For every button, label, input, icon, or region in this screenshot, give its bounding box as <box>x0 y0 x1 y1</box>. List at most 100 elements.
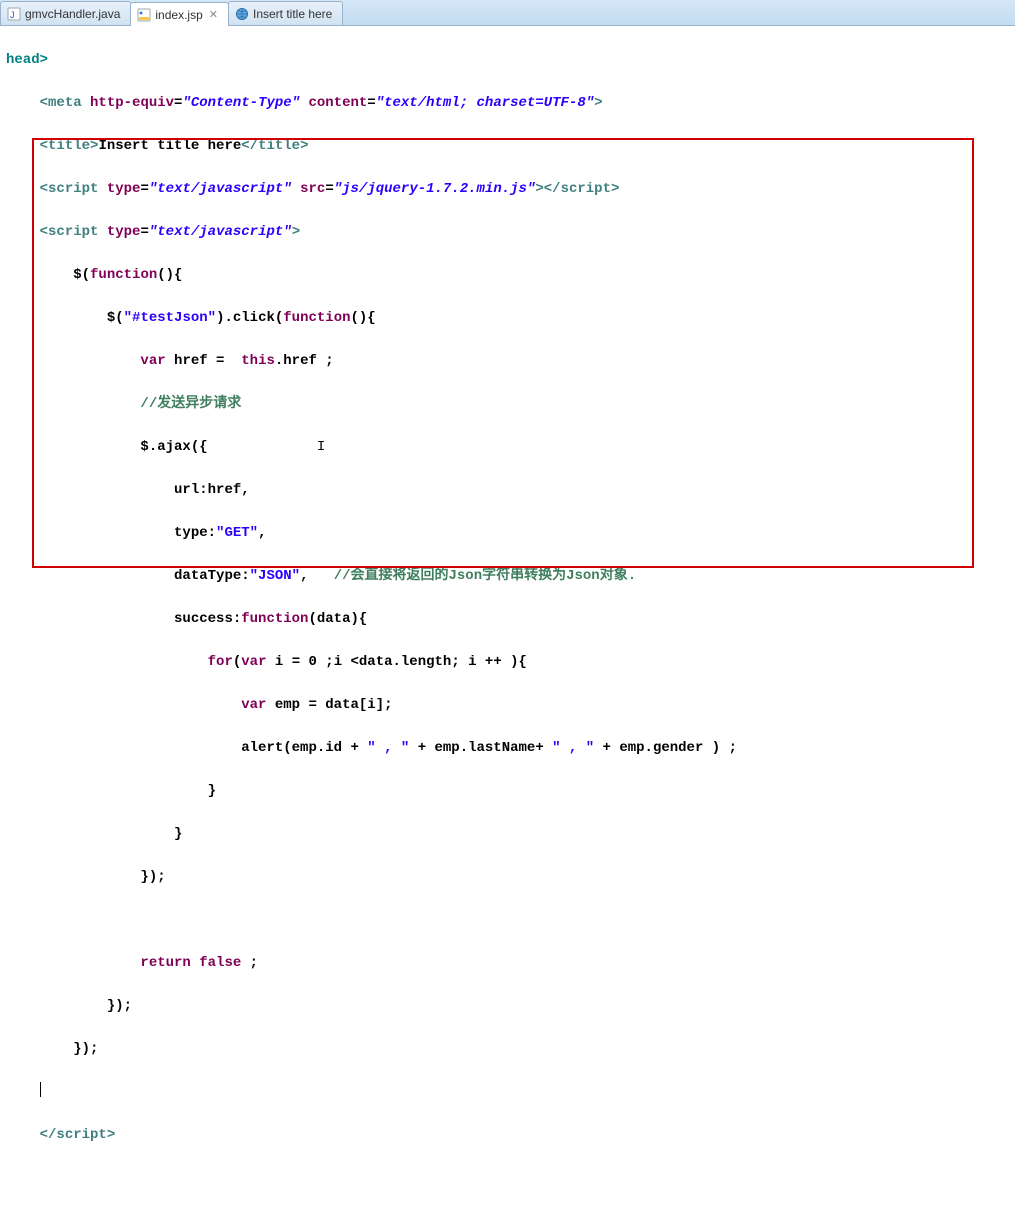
code-text: ( <box>233 654 241 670</box>
watermark-text: https://blog.csdn.net/weixin_44050355 <box>774 1205 995 1208</box>
code-text: var <box>241 654 266 670</box>
code-text: type <box>107 181 141 197</box>
code-text <box>82 95 90 111</box>
tab-java-file[interactable]: J gmvcHandler.java <box>0 1 131 25</box>
code-text: src <box>300 181 325 197</box>
code-text: function <box>90 267 157 283</box>
code-text <box>191 955 199 971</box>
code-text: > <box>40 52 48 68</box>
code-text: }); <box>140 869 165 885</box>
code-text: type: <box>174 525 216 541</box>
code-text: (){ <box>157 267 182 283</box>
tab-jsp-file[interactable]: index.jsp ✕ <box>130 2 229 26</box>
code-text: = <box>325 181 333 197</box>
tab-label: Insert title here <box>253 7 332 21</box>
code-text: (data){ <box>308 611 367 627</box>
text-cursor-icon: I <box>317 439 325 455</box>
code-text: function <box>283 310 350 326</box>
code-text: = <box>367 95 375 111</box>
code-text: script <box>561 181 611 197</box>
code-text: i = 0 ;i <data.length; i ++ ){ <box>266 654 526 670</box>
code-text: //发送异步请求 <box>140 396 241 412</box>
code-text: }); <box>73 1041 98 1057</box>
code-text: "JSON" <box>250 568 300 584</box>
code-text: < <box>40 181 48 197</box>
code-text: .href ; <box>275 353 334 369</box>
code-text: script <box>48 181 98 197</box>
code-text: script <box>56 1127 106 1143</box>
code-text: "Content-Type" <box>182 95 300 111</box>
code-text <box>292 181 300 197</box>
code-text: "text/javascript" <box>149 181 292 197</box>
code-text: function <box>241 611 308 627</box>
code-text: href = <box>166 353 242 369</box>
code-text: </ <box>544 181 561 197</box>
code-text: }); <box>107 998 132 1014</box>
code-text: type <box>107 224 141 240</box>
code-text: "text/html; charset=UTF-8" <box>376 95 594 111</box>
code-text: dataType: <box>174 568 250 584</box>
code-text: success: <box>174 611 241 627</box>
code-text: } <box>208 783 216 799</box>
code-text: "js/jquery-1.7.2.min.js" <box>334 181 536 197</box>
code-text: alert(emp.id + <box>241 740 367 756</box>
tab-label: gmvcHandler.java <box>25 7 120 21</box>
code-text <box>98 224 106 240</box>
close-icon[interactable]: ✕ <box>209 8 218 21</box>
code-text: //会直接将返回的Json字符串转换为Json对象. <box>334 568 636 584</box>
code-text: = <box>140 181 148 197</box>
code-text: ; <box>241 955 258 971</box>
globe-icon <box>235 7 249 21</box>
code-text: emp = data[i]; <box>266 697 392 713</box>
code-text: " , " <box>367 740 409 756</box>
code-text: return <box>140 955 190 971</box>
code-text <box>98 181 106 197</box>
code-text: "GET" <box>216 525 258 541</box>
tab-browser-preview[interactable]: Insert title here <box>228 1 343 25</box>
code-text: script <box>48 224 98 240</box>
code-text: $.ajax({ <box>140 439 207 455</box>
code-text: "text/javascript" <box>149 224 292 240</box>
code-text: this <box>241 353 275 369</box>
code-text: url:href, <box>174 482 250 498</box>
code-text: title <box>258 138 300 154</box>
code-text: </ <box>40 1127 57 1143</box>
code-text: http-equiv <box>90 95 174 111</box>
code-text: > <box>107 1127 115 1143</box>
code-text: "#testJson" <box>124 310 216 326</box>
code-text: > <box>611 181 619 197</box>
code-text: } <box>174 826 182 842</box>
code-text: false <box>199 955 241 971</box>
code-text: for <box>208 654 233 670</box>
code-text: (){ <box>351 310 376 326</box>
code-text: " , " <box>552 740 594 756</box>
code-text: meta <box>48 95 82 111</box>
code-text: $( <box>107 310 124 326</box>
code-text: < <box>40 224 48 240</box>
code-text: ).click( <box>216 310 283 326</box>
java-icon: J <box>7 7 21 21</box>
code-text: > <box>535 181 543 197</box>
tab-label: index.jsp <box>155 8 202 22</box>
code-text: var <box>241 697 266 713</box>
code-text: </ <box>241 138 258 154</box>
code-text: = <box>140 224 148 240</box>
code-editor[interactable]: head> <meta http-equiv="Content-Type" co… <box>0 26 1015 1208</box>
code-text: , <box>258 525 266 541</box>
code-text: < <box>40 95 48 111</box>
caret-icon <box>40 1082 41 1097</box>
code-text: Insert title here <box>98 138 241 154</box>
code-text: + emp.gender ) ; <box>594 740 737 756</box>
svg-text:J: J <box>10 10 15 20</box>
jsp-icon <box>137 8 151 22</box>
code-text: content <box>308 95 367 111</box>
code-text: $( <box>73 267 90 283</box>
code-text: , <box>300 568 334 584</box>
code-text: > <box>300 138 308 154</box>
code-text: > <box>292 224 300 240</box>
code-text: title <box>48 138 90 154</box>
code-text: head <box>6 52 40 68</box>
editor-tabs: J gmvcHandler.java index.jsp ✕ Insert ti… <box>0 0 1015 26</box>
code-text: < <box>40 138 48 154</box>
code-text: + emp.lastName+ <box>409 740 552 756</box>
